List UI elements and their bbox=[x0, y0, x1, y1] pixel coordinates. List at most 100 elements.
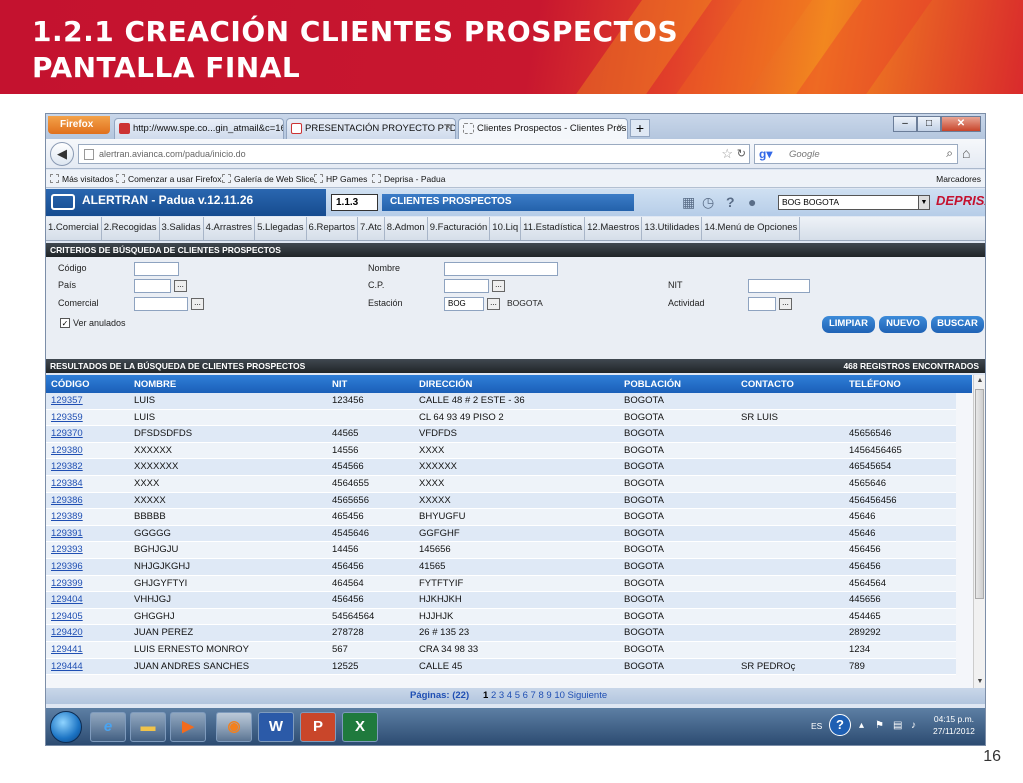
bookmark-item[interactable]: HP Games bbox=[314, 174, 367, 184]
cell-codigo[interactable]: 129444 bbox=[51, 661, 83, 672]
menu-item-facturacion[interactable]: 9.Facturación bbox=[428, 217, 491, 240]
menu-item-liq[interactable]: 10.Liq bbox=[490, 217, 522, 240]
menu-item-admon[interactable]: 8.Admon bbox=[385, 217, 428, 240]
clock[interactable]: 04:15 p.m. 27/11/2012 bbox=[933, 713, 975, 737]
pais-lookup-button[interactable]: ... bbox=[174, 280, 187, 292]
actividad-lookup-button[interactable]: ... bbox=[779, 298, 792, 310]
bookmark-item[interactable]: Comenzar a usar Firefox bbox=[116, 174, 222, 184]
table-row[interactable]: 129391 GGGGG 4545646 GGFGHF BOGOTA 45646 bbox=[46, 525, 956, 543]
col-nit[interactable]: NIT bbox=[332, 379, 347, 390]
actividad-input[interactable] bbox=[748, 297, 776, 311]
cell-codigo[interactable]: 129357 bbox=[51, 395, 83, 406]
col-codigo[interactable]: CÓDIGO bbox=[51, 379, 90, 390]
back-arrow-icon[interactable]: ◀ bbox=[50, 142, 74, 166]
table-row[interactable]: 129357 LUIS 123456 CALLE 48 # 2 ESTE - 36 BO… bbox=[46, 393, 956, 410]
browser-tab-1[interactable]: http://www.spe.co...gin_atmail&c=169 bbox=[114, 118, 284, 139]
search-icon[interactable]: ⌕ bbox=[946, 146, 953, 161]
cell-codigo[interactable]: 129382 bbox=[51, 461, 83, 472]
menu-item-salidas[interactable]: 3.Salidas bbox=[160, 217, 204, 240]
col-nombre[interactable]: NOMBRE bbox=[134, 379, 176, 390]
excel-icon[interactable]: X bbox=[342, 712, 378, 742]
nit-input[interactable] bbox=[748, 279, 810, 293]
estacion-lookup-button[interactable]: ... bbox=[487, 298, 500, 310]
buscar-button[interactable]: BUSCAR bbox=[931, 316, 984, 333]
close-tab-icon[interactable]: × bbox=[445, 122, 451, 133]
table-row[interactable]: 129386 XXXXX 4565656 XXXXX BOGOTA 456456456 bbox=[46, 492, 956, 510]
nuevo-button[interactable]: NUEVO bbox=[879, 316, 927, 333]
bookmark-item[interactable]: Deprisa - Padua bbox=[372, 174, 445, 184]
maximize-icon[interactable]: □ bbox=[917, 116, 941, 132]
comercial-lookup-button[interactable]: ... bbox=[191, 298, 204, 310]
module-code-input[interactable]: 1.1.3 bbox=[331, 194, 378, 211]
clock-icon[interactable]: ◷ bbox=[702, 194, 714, 211]
cell-codigo[interactable]: 129380 bbox=[51, 445, 83, 456]
reload-icon[interactable]: ↻ bbox=[737, 147, 746, 160]
menu-item-maestros[interactable]: 12.Maestros bbox=[585, 217, 643, 240]
table-row[interactable]: 129359 LUIS CL 64 93 49 PISO 2 BOGOTA SR LU… bbox=[46, 409, 956, 427]
table-row[interactable]: 129441 LUIS ERNESTO MONROY 567 CRA 34 98 33… bbox=[46, 642, 956, 659]
cell-codigo[interactable]: 129399 bbox=[51, 578, 83, 589]
col-poblacion[interactable]: POBLACIÓN bbox=[624, 379, 681, 390]
menu-item-repartos[interactable]: 6.Repartos bbox=[307, 217, 359, 240]
windows-start-icon[interactable] bbox=[50, 711, 82, 743]
menu-item-estadistica[interactable]: 11.Estadística bbox=[521, 217, 586, 240]
nombre-input[interactable] bbox=[444, 262, 558, 276]
table-row[interactable]: 129444 JUAN ANDRES SANCHES 12525 CALLE 45 BO… bbox=[46, 658, 956, 676]
cell-codigo[interactable]: 129393 bbox=[51, 544, 83, 555]
station-select[interactable]: BOG BOGOTA ▼ bbox=[778, 195, 930, 210]
limpiar-button[interactable]: LIMPIAR bbox=[822, 316, 875, 333]
word-icon[interactable]: W bbox=[258, 712, 294, 742]
calendar-icon[interactable]: ▦ bbox=[682, 194, 695, 211]
table-row[interactable]: 129396 NHJGJKGHJ 456456 41565 BOGOTA 456456 bbox=[46, 559, 956, 576]
scroll-thumb[interactable] bbox=[975, 389, 984, 599]
table-row[interactable]: 129380 XXXXXX 14556 XXXX BOGOTA 1456456465 bbox=[46, 442, 956, 460]
chevron-up-icon[interactable]: ▴ bbox=[859, 720, 864, 731]
table-row[interactable]: 129389 BBBBB 465456 BHYUGFU BOGOTA 45646 bbox=[46, 509, 956, 526]
browser-tab-2[interactable]: PRESENTACIÓN PROYECTO PTD B2B... × bbox=[286, 118, 456, 139]
menu-item-menu-opciones[interactable]: 14.Menú de Opciones bbox=[702, 217, 801, 240]
firefox-menu-button[interactable]: Firefox bbox=[48, 116, 110, 134]
vertical-scrollbar[interactable]: ▲ ▼ bbox=[973, 375, 985, 688]
cp-input[interactable] bbox=[444, 279, 489, 293]
table-row[interactable]: 129382 XXXXXXX 454566 XXXXXX BOGOTA 46545654 bbox=[46, 459, 956, 476]
help-icon[interactable]: ? bbox=[829, 714, 851, 736]
cp-lookup-button[interactable]: ... bbox=[492, 280, 505, 292]
help-icon[interactable]: ? bbox=[726, 194, 735, 210]
table-row[interactable]: 129370 DFSDSDFDS 44565 VFDFDS BOGOTA 45656546 bbox=[46, 426, 956, 443]
table-row[interactable]: 129420 JUAN PEREZ 278728 26 # 135 23 BOGOTA 2… bbox=[46, 625, 956, 642]
menu-item-atc[interactable]: 7.Atc bbox=[358, 217, 385, 240]
bookmark-star-icon[interactable]: ☆ bbox=[721, 146, 733, 162]
minimize-icon[interactable]: – bbox=[893, 116, 917, 132]
menu-item-arrastres[interactable]: 4.Arrastres bbox=[204, 217, 256, 240]
menu-item-utilidades[interactable]: 13.Utilidades bbox=[642, 217, 703, 240]
home-icon[interactable]: ⌂ bbox=[962, 145, 970, 161]
folder-icon[interactable]: ▬ bbox=[130, 712, 166, 742]
estacion-input[interactable]: BOG bbox=[444, 297, 484, 311]
pais-input[interactable] bbox=[134, 279, 171, 293]
page-numbers[interactable]: 2 3 4 5 6 7 8 9 10 Siguiente bbox=[491, 690, 607, 701]
language-indicator[interactable]: ES bbox=[811, 721, 822, 731]
bookmarks-menu[interactable]: Marcadores bbox=[936, 174, 981, 184]
address-bar[interactable]: alertran.avianca.com/padua/inicio.do ☆ ↻ bbox=[78, 144, 750, 164]
col-telefono[interactable]: TELÉFONO bbox=[849, 379, 901, 390]
scroll-down-icon[interactable]: ▼ bbox=[974, 676, 985, 688]
cell-codigo[interactable]: 129386 bbox=[51, 495, 83, 506]
cell-codigo[interactable]: 129441 bbox=[51, 644, 83, 655]
flag-icon[interactable]: ⚑ bbox=[875, 720, 884, 731]
bookmark-item[interactable]: Más visitados bbox=[50, 174, 114, 184]
volume-icon[interactable]: ♪ bbox=[911, 720, 916, 731]
table-row[interactable]: 129393 BGHJGJU 14456 145656 BOGOTA 456456 bbox=[46, 542, 956, 559]
table-row[interactable]: 129399 GHJGYFTYI 464564 FYTFTYIF BOGOTA 45645… bbox=[46, 575, 956, 593]
search-input[interactable]: g▾ Google ⌕ bbox=[754, 144, 958, 164]
ver-anulados-checkbox[interactable]: ✓ bbox=[60, 318, 70, 328]
cell-codigo[interactable]: 129404 bbox=[51, 594, 83, 605]
cell-codigo[interactable]: 129370 bbox=[51, 428, 83, 439]
scroll-up-icon[interactable]: ▲ bbox=[974, 375, 985, 387]
table-row[interactable]: 129405 GHGGHJ 54564564 HJJHJK BOGOTA 454465 bbox=[46, 608, 956, 626]
close-window-icon[interactable]: ✕ bbox=[941, 116, 981, 132]
table-row[interactable]: 129384 XXXX 4564655 XXXX BOGOTA 4565646 bbox=[46, 476, 956, 493]
bookmark-item[interactable]: Galería de Web Slice bbox=[222, 174, 314, 184]
cell-codigo[interactable]: 129396 bbox=[51, 561, 83, 572]
table-row[interactable]: 129404 VHHJGJ 456456 HJKHJKH BOGOTA 445656 bbox=[46, 592, 956, 609]
cell-codigo[interactable]: 129389 bbox=[51, 511, 83, 522]
